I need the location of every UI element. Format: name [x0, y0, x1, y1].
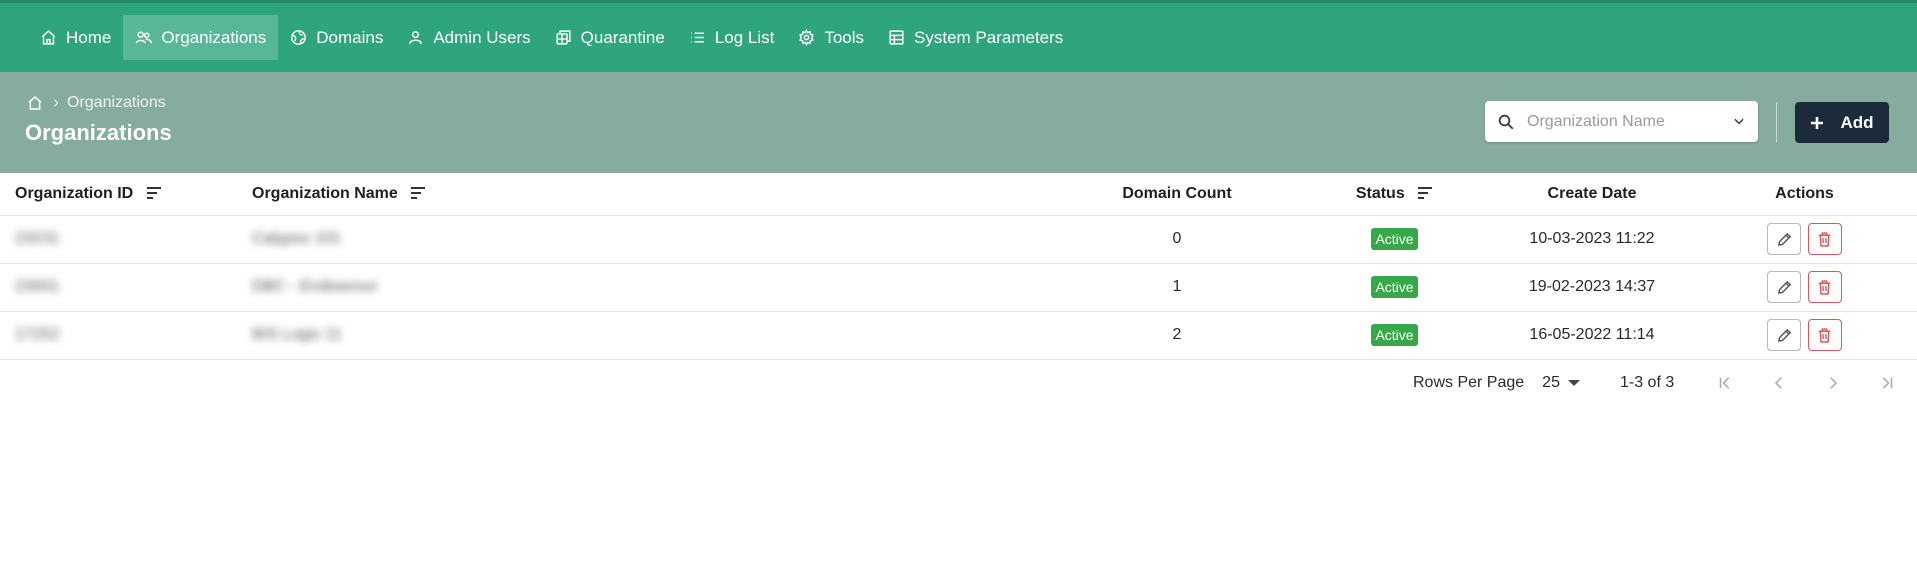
organization-search[interactable]	[1485, 101, 1758, 142]
column-header-domain-count: Domain Count	[1057, 173, 1297, 216]
breadcrumb-home-icon[interactable]	[27, 95, 43, 111]
pencil-icon	[1777, 232, 1791, 246]
nav-item-label: Admin Users	[433, 27, 531, 47]
domain-count: 1	[1057, 263, 1297, 312]
page-header: Organizations Organizations Add	[0, 72, 1917, 173]
globe-icon	[291, 30, 307, 45]
create-date: 19-02-2023 14:37	[1492, 263, 1692, 312]
organization-id: 17252	[15, 326, 60, 343]
nav-item-label: Organizations	[161, 27, 267, 47]
pencil-icon	[1777, 328, 1791, 342]
next-page-button[interactable]	[1822, 372, 1844, 394]
table-icon	[889, 30, 904, 45]
domain-count: 2	[1057, 311, 1297, 360]
nav-item-admin-users[interactable]: Admin Users	[395, 15, 542, 60]
status-badge: Active	[1371, 324, 1418, 346]
chevron-right-icon	[54, 99, 59, 107]
table-header-row: Organization ID Organization Name Domain…	[0, 173, 1917, 216]
quarantine-icon	[556, 30, 571, 45]
trash-icon	[1819, 279, 1831, 295]
status-badge: Active	[1371, 228, 1418, 250]
column-header-status[interactable]: Status	[1297, 173, 1492, 216]
sort-icon[interactable]	[410, 186, 426, 200]
chevron-right-icon	[1830, 377, 1838, 389]
pagination-range: 1-3 of 3	[1619, 374, 1675, 391]
nav-item-tools[interactable]: Tools	[786, 15, 876, 60]
column-header-actions: Actions	[1692, 173, 1917, 216]
last-page-icon	[1882, 377, 1893, 389]
delete-button[interactable]	[1807, 271, 1842, 303]
nav-item-label: Quarantine	[580, 27, 665, 47]
table-row: 17252 BIS Logix 11 2 Active 16-05-2022 1…	[0, 311, 1917, 360]
organization-name: BIS Logix 11	[252, 326, 342, 343]
breadcrumb-current: Organizations	[67, 94, 166, 111]
sort-icon[interactable]	[146, 186, 162, 200]
column-header-create-date: Create Date	[1492, 173, 1692, 216]
add-organization-button[interactable]: Add	[1795, 102, 1889, 143]
main-nav: Home Organizations Domains Admin Users Q…	[0, 15, 1075, 60]
organizations-table: Organization ID Organization Name Domain…	[0, 173, 1917, 360]
breadcrumb: Organizations	[27, 94, 166, 112]
user-icon	[409, 31, 423, 45]
gear-icon	[799, 29, 815, 46]
caret-down-icon	[1567, 380, 1580, 386]
organization-name: Calypso 101	[252, 230, 341, 247]
create-date: 16-05-2022 11:14	[1492, 311, 1692, 360]
list-icon	[690, 32, 704, 43]
search-icon	[1498, 114, 1514, 129]
chevron-down-icon[interactable]	[1732, 114, 1746, 128]
last-page-button[interactable]	[1876, 372, 1898, 394]
previous-page-button[interactable]	[1768, 372, 1790, 394]
header-divider	[1776, 102, 1777, 142]
nav-item-system-parameters[interactable]: System Parameters	[876, 15, 1075, 60]
edit-button[interactable]	[1767, 271, 1802, 303]
pagination: Rows Per Page 25 1-3 of 3	[1413, 372, 1898, 394]
rows-per-page-value: 25	[1542, 374, 1560, 391]
column-header-organization-id[interactable]: Organization ID	[0, 173, 237, 216]
nav-item-domains[interactable]: Domains	[278, 15, 395, 60]
delete-button[interactable]	[1807, 319, 1842, 351]
nav-item-log-list[interactable]: Log List	[677, 15, 787, 60]
pencil-icon	[1777, 280, 1791, 294]
top-navigation-bar: Home Organizations Domains Admin Users Q…	[0, 0, 1917, 72]
create-date: 10-03-2023 11:22	[1492, 215, 1692, 264]
nav-item-label: Domains	[316, 27, 384, 47]
trash-icon	[1819, 327, 1831, 343]
nav-item-label: Log List	[714, 27, 775, 47]
nav-item-label: Tools	[824, 27, 865, 47]
delete-button[interactable]	[1807, 223, 1842, 255]
organization-id: 23231	[15, 230, 60, 247]
page-title: Organizations	[25, 120, 172, 145]
nav-item-quarantine[interactable]: Quarantine	[543, 15, 677, 60]
plus-icon	[1811, 116, 1824, 129]
table-row: 23231 Calypso 101 0 Active 10-03-2023 11…	[0, 215, 1917, 264]
rows-per-page-select[interactable]: 25	[1542, 374, 1580, 392]
column-header-organization-name[interactable]: Organization Name	[237, 173, 1057, 216]
add-button-label: Add	[1840, 112, 1874, 132]
first-page-button[interactable]	[1714, 372, 1736, 394]
nav-item-label: Home	[66, 27, 112, 47]
first-page-icon	[1719, 377, 1730, 389]
nav-item-label: System Parameters	[914, 27, 1064, 47]
edit-button[interactable]	[1767, 223, 1802, 255]
organization-name: DBC - Endeavour	[252, 278, 378, 295]
domain-count: 0	[1057, 215, 1297, 264]
search-input[interactable]	[1527, 112, 1717, 131]
nav-item-home[interactable]: Home	[28, 15, 123, 60]
organization-id: 23001	[15, 278, 60, 295]
home-icon	[41, 30, 56, 45]
edit-button[interactable]	[1767, 319, 1802, 351]
users-icon	[136, 31, 153, 44]
trash-icon	[1819, 231, 1831, 247]
status-badge: Active	[1371, 276, 1418, 298]
rows-per-page-label: Rows Per Page	[1413, 374, 1525, 391]
table-row: 23001 DBC - Endeavour 1 Active 19-02-202…	[0, 263, 1917, 312]
sort-icon[interactable]	[1417, 186, 1433, 200]
chevron-left-icon	[1775, 377, 1783, 389]
nav-item-organizations[interactable]: Organizations	[123, 15, 279, 60]
